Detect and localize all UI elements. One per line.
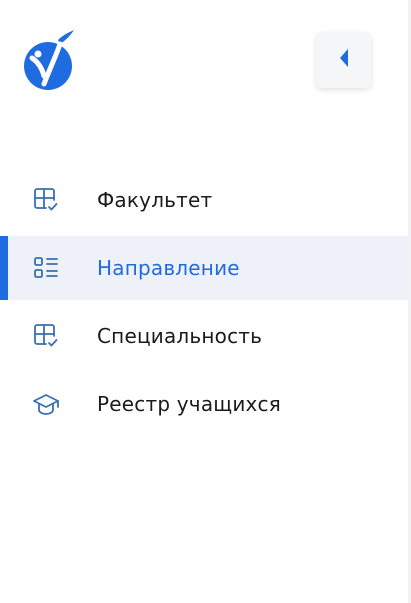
- graduation-cap-icon: [32, 390, 60, 418]
- sidebar-item-label: Направление: [97, 256, 240, 280]
- sidebar-item-label: Специальность: [97, 324, 263, 348]
- sidebar-item-label: Факультет: [97, 188, 213, 212]
- sidebar: Факультет Направление Специальность Реес…: [0, 0, 411, 603]
- grid-check-icon: [32, 186, 60, 214]
- grid-check-icon: [32, 322, 60, 350]
- list-icon: [32, 254, 60, 282]
- sidebar-item-specialty[interactable]: Специальность: [0, 304, 408, 368]
- sidebar-item-faculty[interactable]: Факультет: [0, 168, 408, 232]
- sidebar-item-student-registry[interactable]: Реестр учащихся: [0, 372, 408, 436]
- sidebar-item-direction[interactable]: Направление: [0, 236, 408, 300]
- collapse-sidebar-button[interactable]: [316, 32, 371, 88]
- chevron-left-icon: [337, 47, 351, 73]
- sidebar-item-label: Реестр учащихся: [97, 392, 281, 416]
- sidebar-menu: Факультет Направление Специальность Реес…: [0, 168, 408, 440]
- brand-logo-icon[interactable]: [20, 28, 78, 90]
